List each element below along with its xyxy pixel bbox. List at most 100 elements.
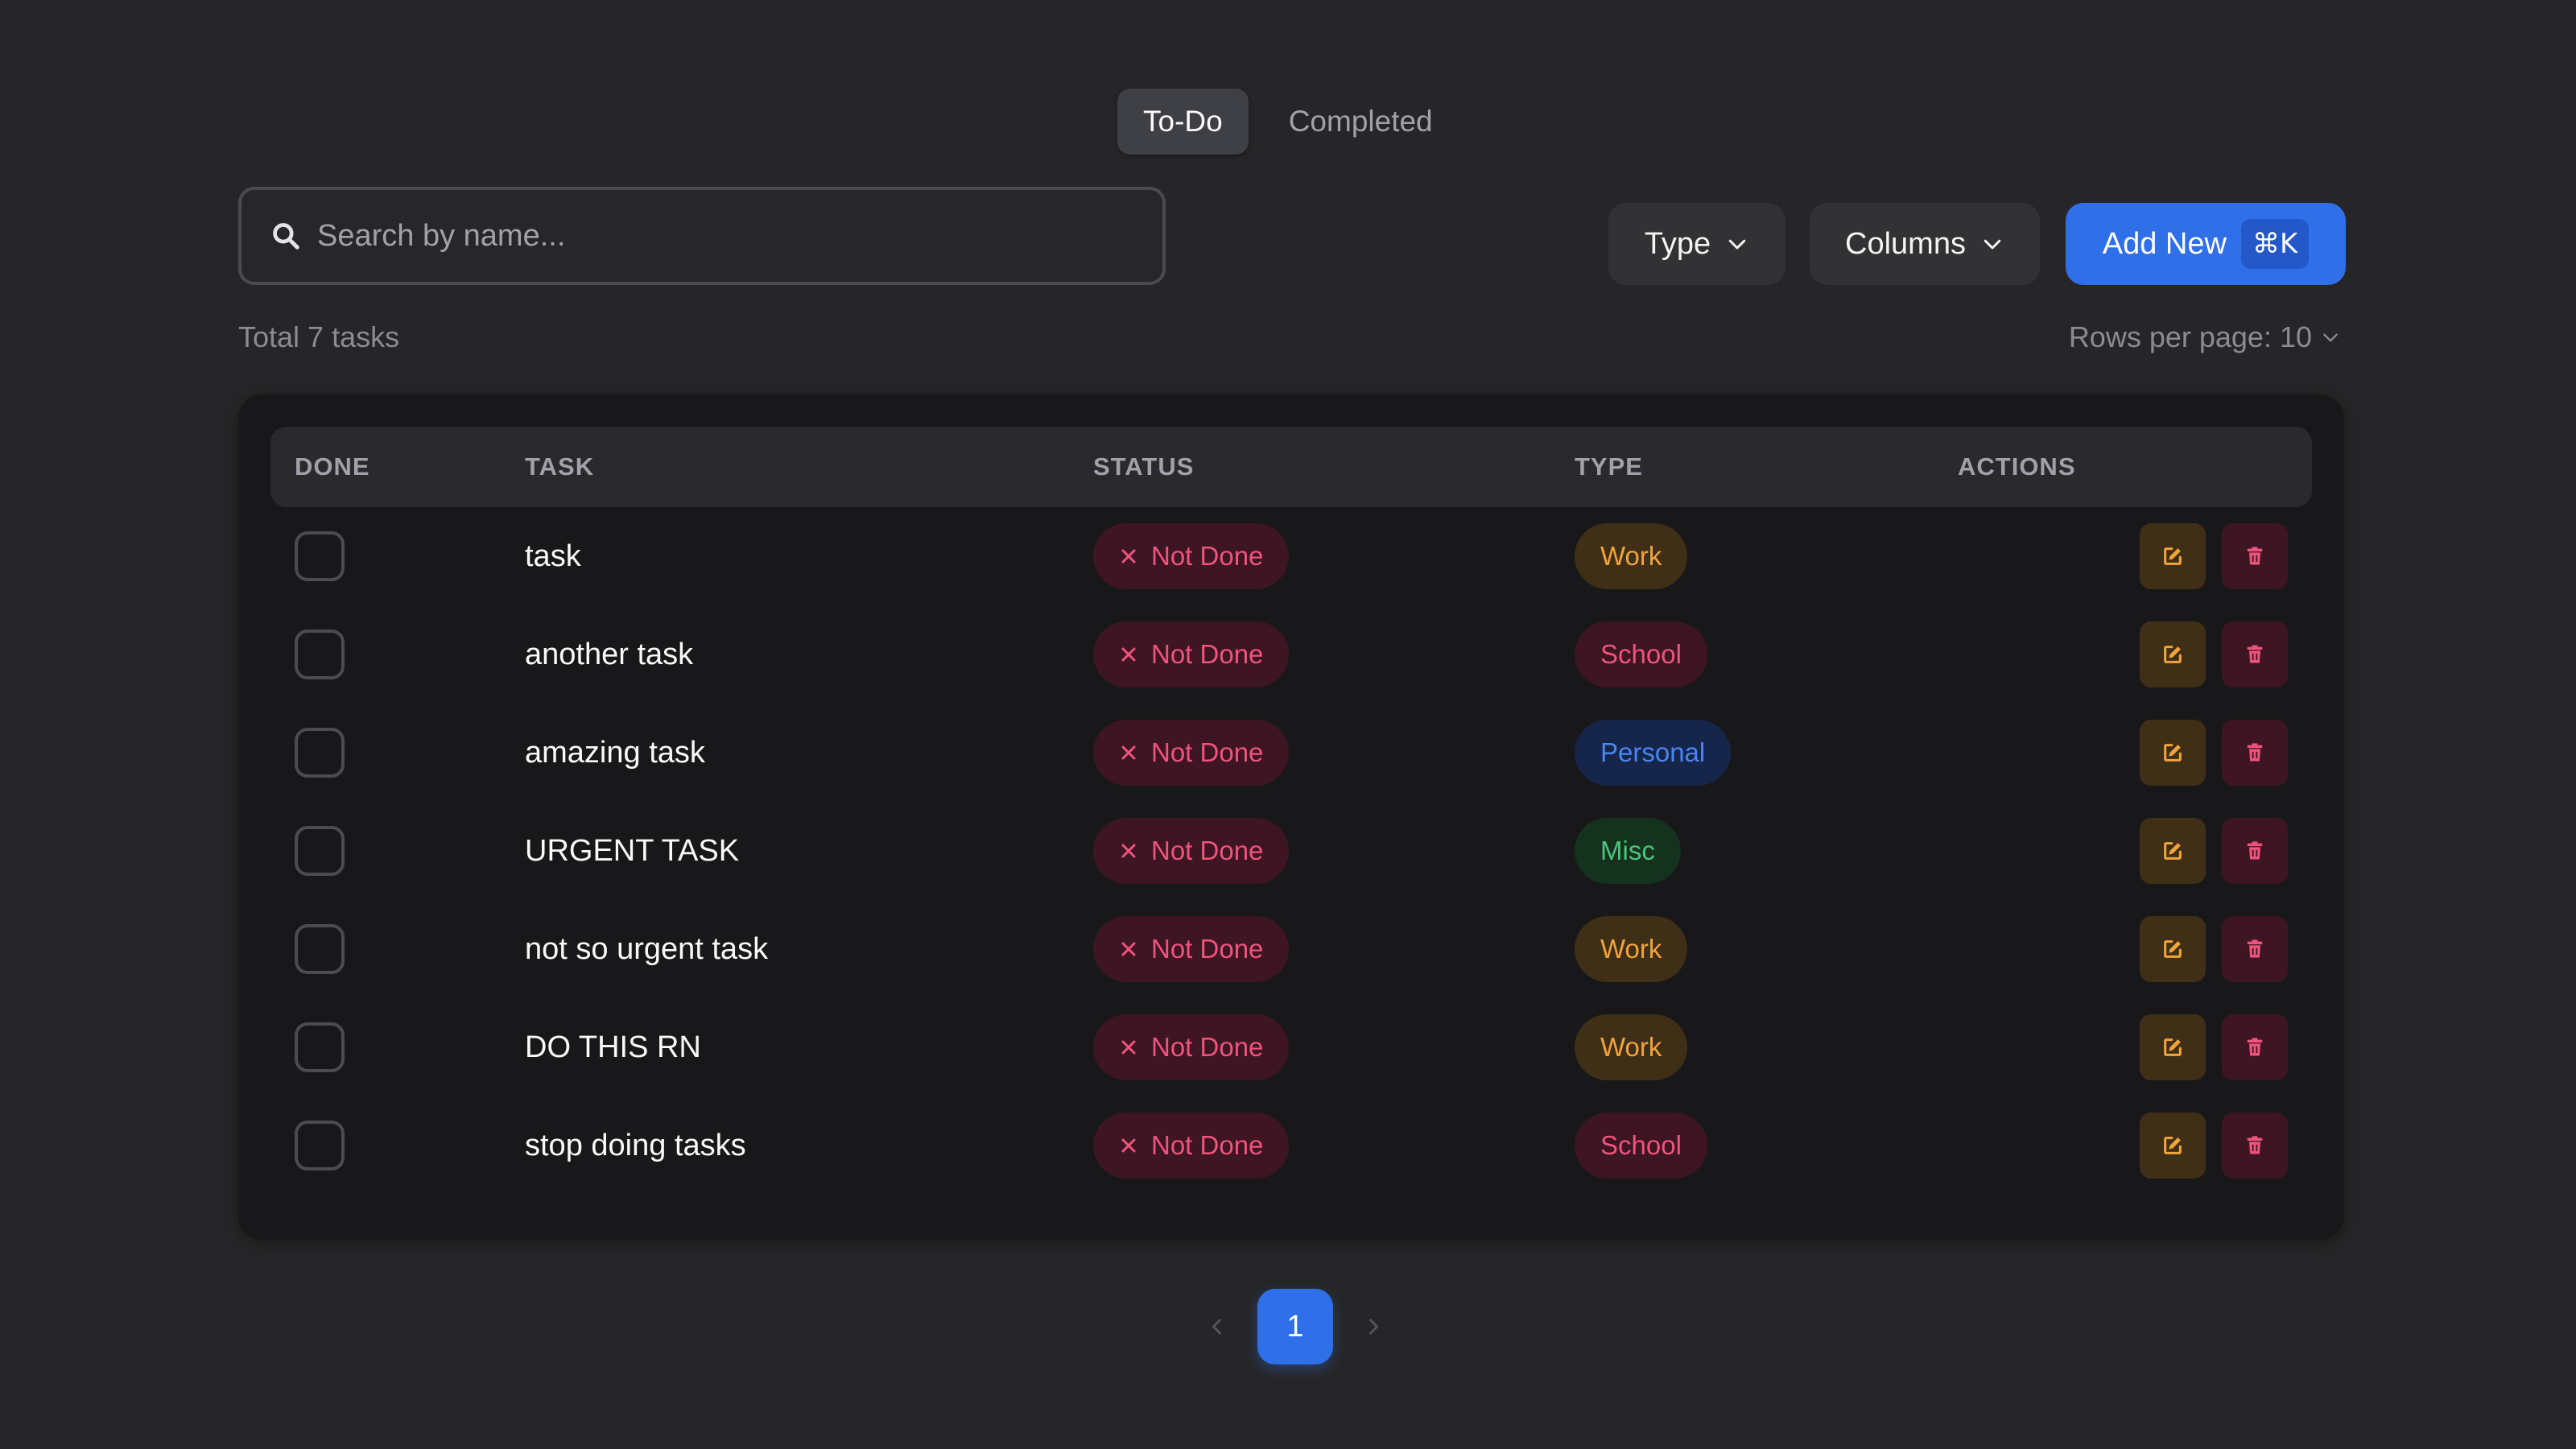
edit-button[interactable] bbox=[2140, 720, 2206, 786]
status-label: Not Done bbox=[1151, 836, 1264, 865]
type-cell: Work bbox=[1575, 900, 1688, 998]
x-icon bbox=[1121, 745, 1136, 760]
edit-button[interactable] bbox=[2140, 1014, 2206, 1080]
x-icon bbox=[1121, 1040, 1136, 1055]
chevron-down-icon bbox=[1984, 239, 2001, 250]
edit-icon bbox=[2164, 1137, 2182, 1154]
columns-button[interactable]: Columns bbox=[1810, 203, 2040, 285]
task-name: task bbox=[525, 539, 581, 573]
task-cell: amazing task bbox=[525, 704, 705, 802]
delete-button[interactable] bbox=[2222, 1113, 2288, 1179]
type-cell: School bbox=[1575, 1096, 1707, 1195]
type-badge: Misc bbox=[1575, 818, 1681, 884]
edit-icon bbox=[2164, 646, 2182, 663]
done-checkbox[interactable] bbox=[295, 728, 345, 778]
delete-button[interactable] bbox=[2222, 523, 2288, 589]
status-cell: Not Done bbox=[1093, 1096, 1290, 1195]
status-cell: Not Done bbox=[1093, 605, 1290, 704]
chevron-down-icon bbox=[1728, 239, 1746, 250]
status-badge: Not Done bbox=[1093, 916, 1290, 982]
search-box[interactable] bbox=[238, 187, 1166, 285]
x-icon bbox=[1121, 844, 1136, 858]
edit-icon bbox=[2164, 940, 2182, 958]
chevron-left-icon bbox=[1212, 1319, 1221, 1335]
edit-button[interactable] bbox=[2140, 916, 2206, 982]
done-cell bbox=[295, 1096, 345, 1195]
chevron-down-icon bbox=[2323, 333, 2338, 342]
type-filter-button[interactable]: Type bbox=[1608, 203, 1785, 285]
edit-icon bbox=[2164, 842, 2182, 860]
search-icon bbox=[273, 223, 299, 250]
delete-button[interactable] bbox=[2222, 818, 2288, 884]
total-count: Total 7 tasks bbox=[238, 320, 400, 353]
task-app: To-Do Completed Type Columns Add New ⌘K … bbox=[0, 0, 2576, 1449]
task-name: not so urgent task bbox=[525, 931, 769, 966]
table-row: another task Not Done School bbox=[238, 605, 2344, 704]
table-row: DO THIS RN Not Done Work bbox=[238, 998, 2344, 1096]
x-icon bbox=[1121, 549, 1136, 564]
prev-page-button[interactable] bbox=[1201, 1311, 1233, 1343]
type-badge: School bbox=[1575, 1113, 1707, 1179]
type-badge: Work bbox=[1575, 916, 1688, 982]
view-tabs: To-Do Completed bbox=[1117, 89, 1459, 155]
type-cell: Work bbox=[1575, 998, 1688, 1096]
trash-icon bbox=[2247, 743, 2263, 762]
edit-button[interactable] bbox=[2140, 523, 2206, 589]
trash-icon bbox=[2247, 547, 2263, 565]
x-icon bbox=[1121, 942, 1136, 956]
table-row: URGENT TASK Not Done Misc bbox=[238, 802, 2344, 900]
add-new-button[interactable]: Add New ⌘K bbox=[2066, 203, 2346, 285]
columns-label: Columns bbox=[1845, 226, 1966, 261]
done-checkbox[interactable] bbox=[295, 826, 345, 876]
status-label: Not Done bbox=[1151, 541, 1264, 571]
done-checkbox[interactable] bbox=[295, 1121, 345, 1170]
rows-per-page-select[interactable]: Rows per page: 10 bbox=[2069, 320, 2341, 354]
delete-button[interactable] bbox=[2222, 720, 2288, 786]
type-cell: Personal bbox=[1575, 704, 1732, 802]
status-label: Not Done bbox=[1151, 1130, 1264, 1160]
task-name: DO THIS RN bbox=[525, 1030, 701, 1064]
status-badge: Not Done bbox=[1093, 621, 1290, 687]
status-badge: Not Done bbox=[1093, 818, 1290, 884]
edit-button[interactable] bbox=[2140, 621, 2206, 687]
trash-icon bbox=[2247, 645, 2263, 663]
page-button-current[interactable]: 1 bbox=[1257, 1289, 1333, 1364]
table-row: stop doing tasks Not Done School bbox=[238, 1096, 2344, 1195]
edit-button[interactable] bbox=[2140, 1113, 2206, 1179]
edit-icon bbox=[2164, 744, 2182, 762]
table-header: DONE TASK STATUS TYPE ACTIONS bbox=[270, 427, 2312, 507]
delete-button[interactable] bbox=[2222, 621, 2288, 687]
trash-icon bbox=[2247, 1136, 2263, 1154]
task-cell: DO THIS RN bbox=[525, 998, 701, 1096]
done-checkbox[interactable] bbox=[295, 630, 345, 679]
delete-button[interactable] bbox=[2222, 916, 2288, 982]
done-checkbox[interactable] bbox=[295, 531, 345, 581]
status-badge: Not Done bbox=[1093, 720, 1290, 786]
status-label: Not Done bbox=[1151, 934, 1264, 964]
status-cell: Not Done bbox=[1093, 998, 1290, 1096]
task-name: URGENT TASK bbox=[525, 833, 740, 868]
done-checkbox[interactable] bbox=[295, 1022, 345, 1072]
edit-icon bbox=[2164, 547, 2182, 565]
done-cell bbox=[295, 802, 345, 900]
table-row: not so urgent task Not Done Work bbox=[238, 900, 2344, 998]
tab-todo[interactable]: To-Do bbox=[1117, 89, 1249, 155]
trash-icon bbox=[2247, 841, 2263, 860]
delete-button[interactable] bbox=[2222, 1014, 2288, 1080]
header-task: TASK bbox=[525, 452, 595, 481]
shortcut-badge: ⌘K bbox=[2240, 219, 2310, 269]
edit-icon bbox=[2164, 1038, 2182, 1056]
status-cell: Not Done bbox=[1093, 900, 1290, 998]
header-type: TYPE bbox=[1575, 452, 1643, 481]
type-cell: School bbox=[1575, 605, 1707, 704]
x-icon bbox=[1121, 1138, 1136, 1153]
tab-completed[interactable]: Completed bbox=[1263, 89, 1459, 155]
done-checkbox[interactable] bbox=[295, 924, 345, 974]
task-name: stop doing tasks bbox=[525, 1128, 746, 1162]
next-page-button[interactable] bbox=[1357, 1311, 1389, 1343]
rows-per-page-label: Rows per page: 10 bbox=[2068, 320, 2312, 353]
status-cell: Not Done bbox=[1093, 704, 1290, 802]
edit-button[interactable] bbox=[2140, 818, 2206, 884]
type-filter-label: Type bbox=[1644, 226, 1711, 261]
search-input[interactable] bbox=[317, 190, 1162, 282]
